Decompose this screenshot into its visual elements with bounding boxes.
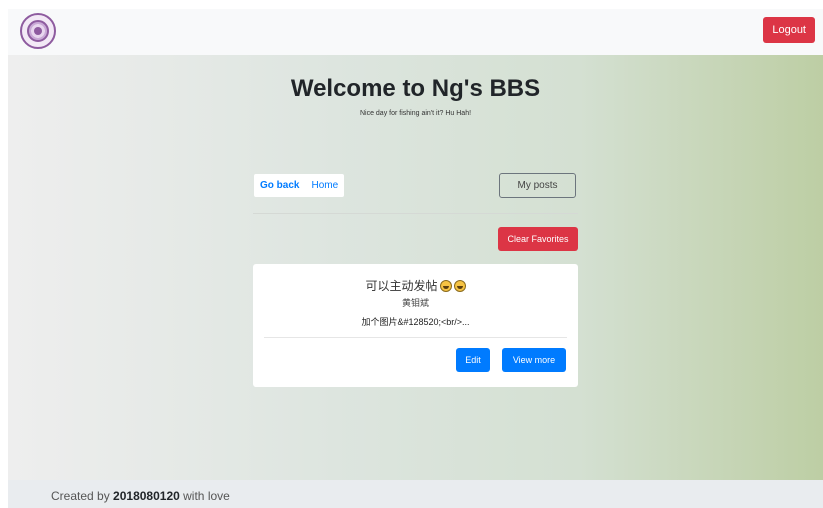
footer-text: Created by 2018080120 with love [51,489,230,503]
section-divider [253,213,578,214]
tab-go-back[interactable]: Go back [254,174,305,197]
view-more-button[interactable]: View more [502,348,566,372]
navbar: Logout [8,9,823,55]
grinning-face-icon [453,279,466,292]
post-author: 黄钼斌 [401,298,429,308]
grinning-face-icon [439,279,452,292]
post-title-text: 可以主动发帖 [365,279,438,293]
footer: Created by 2018080120 with love [8,480,823,508]
post-title: 可以主动发帖 [253,277,578,294]
edit-button[interactable]: Edit [456,348,490,372]
footer-prefix: Created by [51,489,110,503]
clear-favorites-button[interactable]: Clear Favorites [498,227,578,251]
footer-suffix: with love [183,489,230,503]
footer-id: 2018080120 [113,489,180,503]
main-content: Welcome to Ng's BBS Nice day for fishing… [8,55,823,480]
nav-tabs: Go back Home [254,174,345,197]
page-title: Welcome to Ng's BBS [290,75,541,102]
my-posts-button[interactable]: My posts [499,173,576,198]
seal-ring [27,20,49,42]
card-divider [264,337,567,338]
post-card: 可以主动发帖 黄钼斌 加个图片&#128520;<br/>... Edit Vi… [253,264,578,387]
post-preview: 加个图片&#128520;<br/>... [361,317,470,327]
page-subtitle: Nice day for fishing ain't it? Hu Hah! [359,110,472,117]
university-seal-icon[interactable] [20,13,56,49]
logout-button[interactable]: Logout [763,17,815,43]
tab-home[interactable]: Home [305,174,344,197]
seal-center [34,27,42,35]
